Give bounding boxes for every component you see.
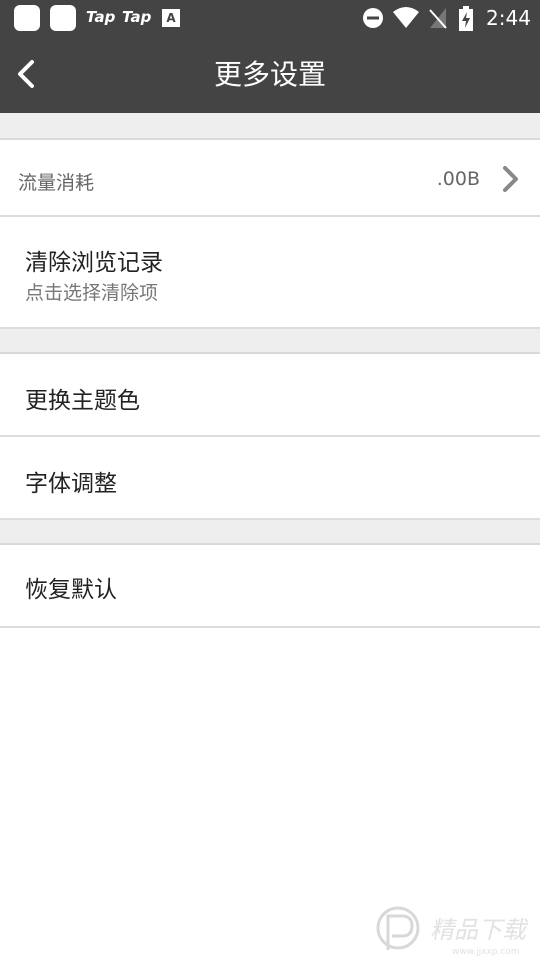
- traffic-usage-row[interactable]: 流量消耗 .00B: [0, 140, 540, 217]
- status-bar: Tap Tap A 2:44: [0, 0, 540, 36]
- section-spacer: [0, 113, 540, 140]
- watermark-logo: 精品下载 www.jjxxp.com: [376, 906, 529, 957]
- section-spacer: [0, 520, 540, 545]
- traffic-usage-value: .00B: [436, 168, 480, 190]
- taptap-notification-icon: Tap: [122, 8, 152, 26]
- svg-text:精品下载: 精品下载: [430, 916, 529, 944]
- app-notification-icon: [50, 5, 76, 31]
- clear-history-subtitle: 点击选择清除项: [25, 282, 159, 304]
- section-spacer: [0, 329, 540, 354]
- svg-text:www.jjxxp.com: www.jjxxp.com: [452, 947, 520, 957]
- battery-charging-icon: [459, 6, 473, 31]
- restore-default-row[interactable]: 恢复默认: [0, 545, 540, 628]
- do-not-disturb-icon: [363, 8, 383, 28]
- clear-history-row[interactable]: 清除浏览记录 点击选择清除项: [0, 217, 540, 329]
- app-bar: 更多设置: [0, 36, 540, 113]
- font-adjust-label: 字体调整: [25, 471, 117, 497]
- restore-default-label: 恢复默认: [25, 577, 117, 603]
- chevron-right-icon: [503, 166, 518, 192]
- theme-color-label: 更换主题色: [25, 388, 140, 414]
- wifi-icon: [393, 7, 419, 28]
- clock: 2:44: [486, 6, 531, 30]
- font-adjust-row[interactable]: 字体调整: [0, 437, 540, 520]
- clear-history-label: 清除浏览记录: [25, 250, 163, 276]
- taptap-notification-icon: Tap: [86, 8, 116, 26]
- no-signal-icon: [429, 8, 447, 29]
- keyboard-notification-icon: A: [162, 9, 180, 27]
- traffic-usage-label: 流量消耗: [18, 172, 95, 194]
- page-title: 更多设置: [213, 58, 326, 91]
- app-notification-icon: [14, 5, 40, 31]
- theme-color-row[interactable]: 更换主题色: [0, 354, 540, 437]
